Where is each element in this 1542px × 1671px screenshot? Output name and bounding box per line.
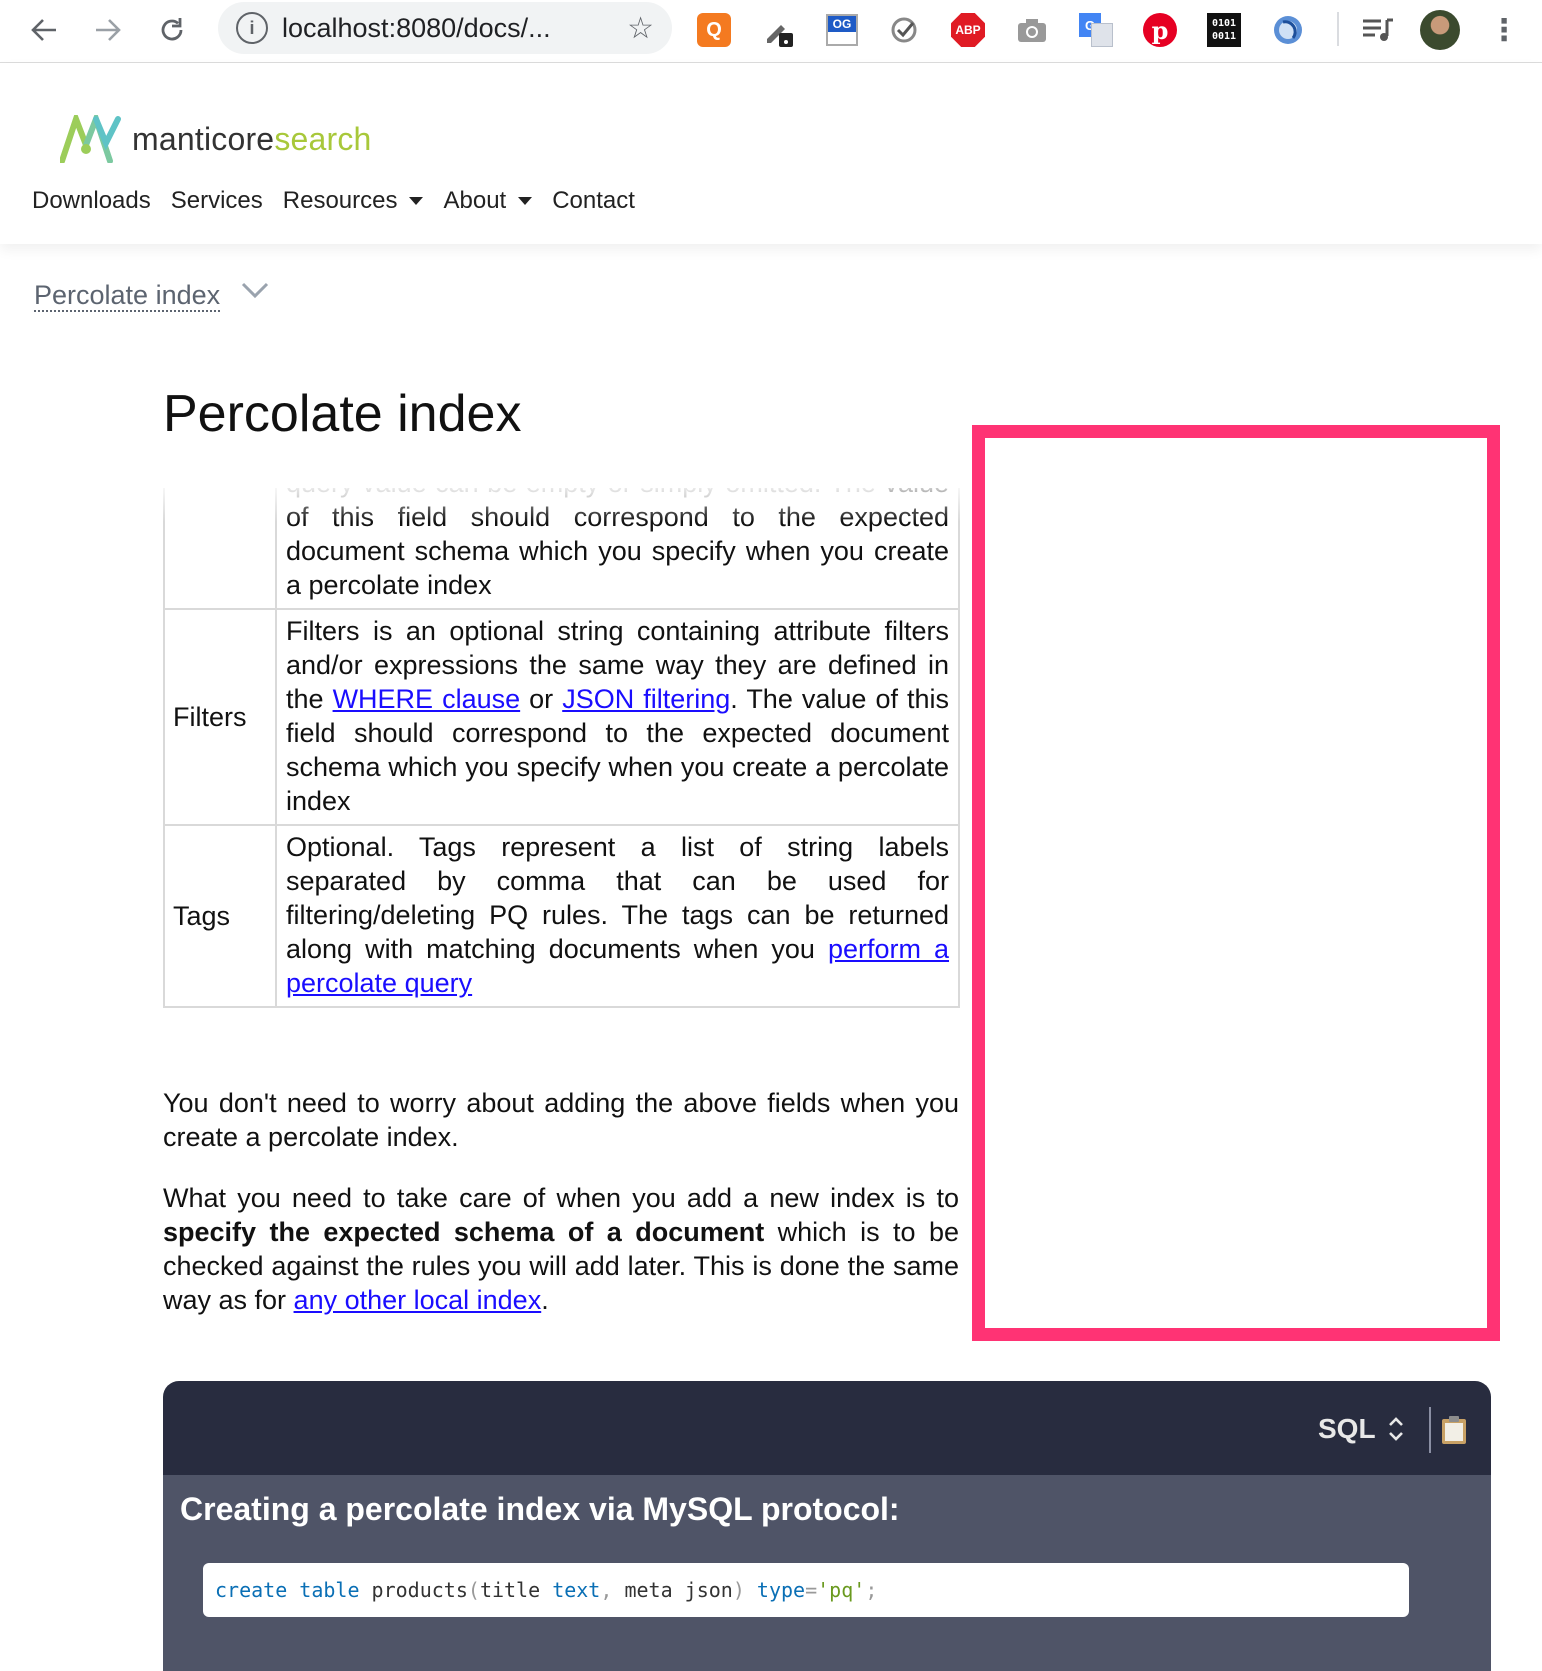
- table-row: Tags Optional. Tags represent a list of …: [163, 824, 960, 1008]
- site-header: manticoresearch Downloads Services Resou…: [0, 63, 1542, 244]
- abp-label: ABP: [951, 13, 985, 47]
- binary-label-top: 0101: [1211, 18, 1237, 29]
- table-cell-desc: Filters is an optional string containing…: [275, 608, 960, 826]
- table-cell-desc: Optional. Tags represent a list of strin…: [275, 824, 960, 1008]
- nav-about[interactable]: About: [443, 187, 533, 215]
- code-token: ): [732, 1578, 745, 1602]
- caret-down-icon: [409, 197, 424, 205]
- pinterest-icon[interactable]: p: [1140, 10, 1180, 50]
- table-cell-name: Tags: [163, 824, 277, 1008]
- eyedropper-icon[interactable]: [758, 10, 798, 50]
- paragraph-schema: What you need to take care of when you a…: [163, 1181, 959, 1317]
- logo-text-search: search: [274, 120, 372, 157]
- table-row: query value can be empty or simply omitt…: [163, 488, 960, 610]
- code-token: =: [805, 1578, 818, 1602]
- local-index-link[interactable]: any other local index: [294, 1285, 542, 1315]
- og-label: OG: [828, 16, 856, 32]
- fields-table: query value can be empty or simply omitt…: [163, 488, 960, 1042]
- nav-resources-label: Resources: [282, 187, 398, 214]
- clipboard-icon[interactable]: [1441, 1415, 1467, 1445]
- table-cell-desc: query value can be empty or simply omitt…: [275, 488, 960, 610]
- og-icon[interactable]: OG: [822, 10, 862, 50]
- manticore-logo[interactable]: manticoresearch: [60, 115, 372, 163]
- search-extension-icon[interactable]: Q: [694, 10, 734, 50]
- para2-c: .: [541, 1285, 549, 1315]
- code-token: ,: [600, 1578, 613, 1602]
- main-nav: Downloads Services Resources About Conta…: [32, 187, 635, 215]
- table-cell-empty: [163, 488, 277, 610]
- code-token: 'pq': [817, 1578, 866, 1602]
- url-text: localhost:8080/docs/...: [282, 12, 551, 43]
- cut-line-text: query value can be empty or simply omitt…: [286, 488, 876, 498]
- nav-contact[interactable]: Contact: [552, 187, 635, 215]
- media-icon[interactable]: [1358, 10, 1398, 50]
- manticore-logo-icon: [60, 115, 121, 163]
- code-token: table: [299, 1578, 360, 1602]
- page-title: Percolate index: [163, 385, 522, 443]
- logo-text: manticoresearch: [132, 121, 372, 158]
- google-translate-icon[interactable]: G: [1076, 10, 1116, 50]
- sync-icon[interactable]: [1268, 10, 1308, 50]
- code-token: type: [756, 1578, 806, 1602]
- language-selector[interactable]: SQL: [1318, 1413, 1404, 1445]
- nav-downloads[interactable]: Downloads: [32, 187, 151, 215]
- code-token: title: [479, 1578, 553, 1602]
- code-token: text: [552, 1578, 601, 1602]
- forward-arrow-icon[interactable]: [86, 8, 130, 52]
- json-filtering-link[interactable]: JSON filtering: [562, 684, 730, 714]
- where-clause-link[interactable]: WHERE clause: [333, 684, 521, 714]
- code-token: ;: [865, 1578, 878, 1602]
- logo-text-manticore: manticore: [132, 120, 275, 157]
- code-token: products: [359, 1578, 468, 1602]
- nav-services[interactable]: Services: [171, 187, 263, 215]
- browser-toolbar: i localhost:8080/docs/... ☆ Q OG ABP G p…: [0, 0, 1542, 63]
- para2-a: What you need to take care of when you a…: [163, 1183, 959, 1213]
- paragraph-fields-note: You don't need to worry about adding the…: [163, 1088, 959, 1152]
- site-info-icon[interactable]: i: [236, 12, 268, 44]
- code-line: create table products(title text, meta j…: [203, 1563, 1409, 1617]
- code-toolbar-separator: [1429, 1407, 1431, 1453]
- code-toolbar: SQL: [163, 1381, 1491, 1475]
- address-bar[interactable]: i localhost:8080/docs/... ☆: [218, 2, 672, 54]
- code-example: SQL Creating a percolate index via MySQL…: [163, 1381, 1491, 1671]
- sort-arrows-icon: [1388, 1416, 1404, 1442]
- language-label: SQL: [1318, 1413, 1376, 1444]
- code-token: meta json: [612, 1578, 733, 1602]
- code-heading: Creating a percolate index via MySQL pro…: [180, 1491, 900, 1527]
- nav-resources[interactable]: Resources: [283, 187, 424, 215]
- binary-label-bottom: 0011: [1211, 31, 1237, 42]
- bookmark-star-icon[interactable]: ☆: [627, 11, 654, 46]
- table-row: Filters Filters is an optional string co…: [163, 608, 960, 826]
- highlight-box: [972, 425, 1500, 1341]
- table-cell-name: Filters: [163, 608, 277, 826]
- code-token: (: [467, 1578, 480, 1602]
- browser-menu-icon[interactable]: ⋮: [1484, 10, 1524, 50]
- caret-down-icon: [518, 197, 533, 205]
- row1-desc-b: or: [520, 684, 563, 714]
- reload-icon[interactable]: [150, 8, 194, 52]
- camera-icon[interactable]: [1012, 10, 1052, 50]
- breadcrumb[interactable]: Percolate index: [34, 280, 221, 312]
- back-arrow-icon[interactable]: [22, 8, 66, 52]
- checkmark-icon[interactable]: [884, 10, 924, 50]
- toolbar-separator: [1337, 12, 1339, 46]
- para2-bold: specify the expected schema of a documen…: [163, 1217, 765, 1247]
- code-token: create: [215, 1578, 288, 1602]
- nav-about-label: About: [443, 187, 507, 214]
- code-panel: Creating a percolate index via MySQL pro…: [163, 1475, 1491, 1671]
- chevron-down-icon[interactable]: [240, 278, 270, 302]
- adblock-icon[interactable]: ABP: [948, 10, 988, 50]
- binary-icon[interactable]: 0101 0011: [1204, 10, 1244, 50]
- row0-desc: value of this field should correspond to…: [286, 488, 949, 600]
- profile-avatar[interactable]: [1420, 10, 1460, 50]
